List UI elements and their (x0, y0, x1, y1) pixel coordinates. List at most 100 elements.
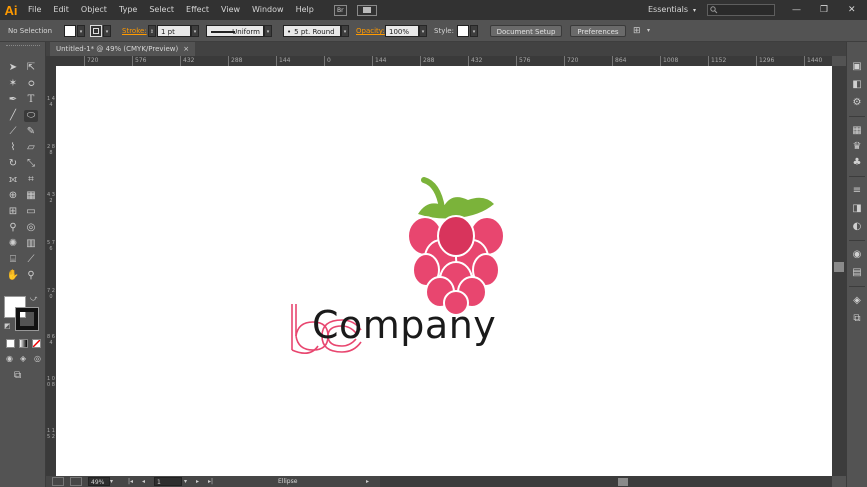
horizontal-scrollbar[interactable] (380, 476, 832, 487)
menu-type[interactable]: Type (113, 0, 143, 20)
minimize-button[interactable]: — (792, 0, 801, 20)
document-setup-button[interactable]: Document Setup (490, 25, 562, 37)
gradient-tool-icon[interactable]: ▭ (24, 206, 38, 218)
symbols-icon[interactable]: ♣ (850, 156, 864, 170)
color-mode-icon[interactable] (6, 339, 15, 348)
gradient-panel-icon[interactable]: ◨ (850, 202, 864, 216)
panel-grip[interactable] (6, 45, 40, 49)
help-search-input[interactable] (707, 4, 775, 16)
draw-normal-icon[interactable]: ◉ (6, 354, 13, 363)
color-guide-icon[interactable]: ◧ (850, 78, 864, 92)
swatches-icon[interactable]: ▦ (850, 124, 864, 138)
hand-tool-icon[interactable]: ✋ (6, 270, 20, 282)
scale-tool-icon[interactable]: ⤡ (24, 158, 38, 170)
previous-artboard-icon[interactable]: ◂ (142, 477, 145, 486)
company-name-text[interactable]: Company (312, 303, 496, 347)
menu-help[interactable]: Help (290, 0, 320, 20)
artboard-dropdown-icon[interactable]: ▾ (184, 477, 187, 486)
zoom-tool-icon[interactable]: ⚲ (24, 270, 38, 282)
workspace-switcher[interactable]: Essentials ▾ (648, 0, 696, 21)
lasso-tool-icon[interactable]: ഠ (24, 78, 38, 90)
menu-view[interactable]: View (215, 0, 246, 20)
menu-window[interactable]: Window (246, 0, 290, 20)
artboard-number-field[interactable]: 1 (154, 477, 182, 486)
column-graph-tool-icon[interactable]: ▥ (24, 238, 38, 250)
artboard-canvas[interactable]: Company (56, 66, 832, 476)
layers-icon[interactable]: ◈ (850, 294, 864, 308)
brush-definition[interactable]: • 5 pt. Round (283, 25, 341, 37)
bridge-button[interactable]: Br (333, 4, 347, 16)
stroke-panel-icon[interactable]: ≡ (850, 184, 864, 198)
restore-button[interactable]: ❐ (820, 0, 828, 20)
menu-file[interactable]: File (22, 0, 47, 20)
symbol-sprayer-tool-icon[interactable]: ✺ (6, 238, 20, 250)
opacity-label[interactable]: Opacity: (356, 25, 385, 37)
eraser-tool-icon[interactable]: ▱ (24, 142, 38, 154)
default-colors-icon[interactable]: ◩ (4, 322, 11, 330)
fill-dropdown[interactable]: ▾ (77, 25, 85, 37)
graphic-style-swatch[interactable] (457, 25, 469, 37)
stroke-dropdown[interactable]: ▾ (103, 25, 111, 37)
panel-menu-icon[interactable]: ▾ (647, 25, 655, 37)
line-tool-icon[interactable]: ╱ (6, 110, 20, 122)
logo-artwork[interactable] (56, 66, 832, 476)
profile-dropdown[interactable]: ▾ (264, 25, 272, 37)
transparency-icon[interactable]: ◐ (850, 220, 864, 234)
draw-behind-icon[interactable]: ◈ (20, 354, 26, 363)
stroke-weight-dropdown[interactable]: ▾ (191, 25, 199, 37)
first-artboard-icon[interactable]: |◂ (128, 477, 133, 486)
artboards-panel-icon[interactable]: ⧉ (850, 312, 864, 326)
eyedropper-tool-icon[interactable]: ⚲ (6, 222, 20, 234)
zoom-field[interactable]: 49% (88, 477, 110, 486)
artboard-nav-icon[interactable] (52, 477, 64, 486)
artboard-tool-icon[interactable]: ⌸ (6, 254, 20, 266)
arrange-documents-button[interactable] (356, 4, 377, 16)
fill-swatch[interactable] (64, 25, 76, 37)
screen-mode-icon[interactable]: ⧉ (14, 370, 21, 381)
type-tool-icon[interactable]: T (24, 94, 38, 106)
selection-tool-icon[interactable]: ➤ (6, 62, 20, 74)
mesh-tool-icon[interactable]: ⊞ (6, 206, 20, 218)
stroke-weight-stepper[interactable]: ⇕ (148, 25, 156, 37)
vertical-scroll-thumb[interactable] (834, 262, 844, 272)
next-artboard-icon[interactable]: ▸ (196, 477, 199, 486)
stroke-color-box[interactable] (15, 307, 39, 331)
gradient-mode-icon[interactable] (19, 339, 28, 348)
menu-object[interactable]: Object (75, 0, 113, 20)
pen-tool-icon[interactable]: ✒ (6, 94, 20, 106)
close-tab-icon[interactable]: × (183, 45, 189, 53)
swap-fill-stroke-icon[interactable]: ⤻ (30, 294, 37, 303)
perspective-grid-tool-icon[interactable]: ▦ (24, 190, 38, 202)
horizontal-scroll-thumb[interactable] (618, 478, 628, 486)
rotate-tool-icon[interactable]: ↻ (6, 158, 20, 170)
style-dropdown[interactable]: ▾ (470, 25, 478, 37)
preferences-button[interactable]: Preferences (570, 25, 626, 37)
blend-tool-icon[interactable]: ◎ (24, 222, 38, 234)
draw-inside-icon[interactable]: ◎ (34, 354, 41, 363)
vertical-scrollbar[interactable] (832, 66, 846, 476)
free-transform-tool-icon[interactable]: ⌗ (24, 174, 38, 186)
zoom-dropdown-icon[interactable]: ▾ (110, 477, 118, 486)
slice-tool-icon[interactable]: ⟋ (24, 254, 38, 266)
opacity-dropdown[interactable]: ▾ (419, 25, 427, 37)
blob-brush-tool-icon[interactable]: ⌇ (6, 142, 20, 154)
align-icon[interactable]: ⊞ (633, 25, 643, 37)
last-artboard-icon[interactable]: ▸| (208, 477, 213, 486)
prev-artboard-icon[interactable] (70, 477, 82, 486)
status-menu-icon[interactable]: ▸ (366, 477, 369, 486)
ellipse-tool-icon[interactable]: ⬭ (24, 110, 38, 122)
graphic-styles-icon[interactable]: ◉ (850, 248, 864, 262)
brush-dropdown[interactable]: ▾ (341, 25, 349, 37)
none-mode-icon[interactable] (32, 339, 41, 348)
stroke-weight-field[interactable]: 1 pt (157, 25, 191, 37)
pencil-tool-icon[interactable]: ✎ (24, 126, 38, 138)
menu-edit[interactable]: Edit (47, 0, 75, 20)
shape-builder-tool-icon[interactable]: ⊕ (6, 190, 20, 202)
width-tool-icon[interactable]: ⟗ (6, 174, 20, 186)
close-button[interactable]: ✕ (848, 0, 856, 20)
variable-width-profile[interactable]: Uniform (206, 25, 264, 37)
direct-selection-tool-icon[interactable]: ⇱ (24, 62, 38, 74)
brushes-icon[interactable]: ♛ (850, 140, 864, 154)
opacity-field[interactable]: 100% (385, 25, 419, 37)
stroke-label[interactable]: Stroke: (122, 25, 147, 37)
